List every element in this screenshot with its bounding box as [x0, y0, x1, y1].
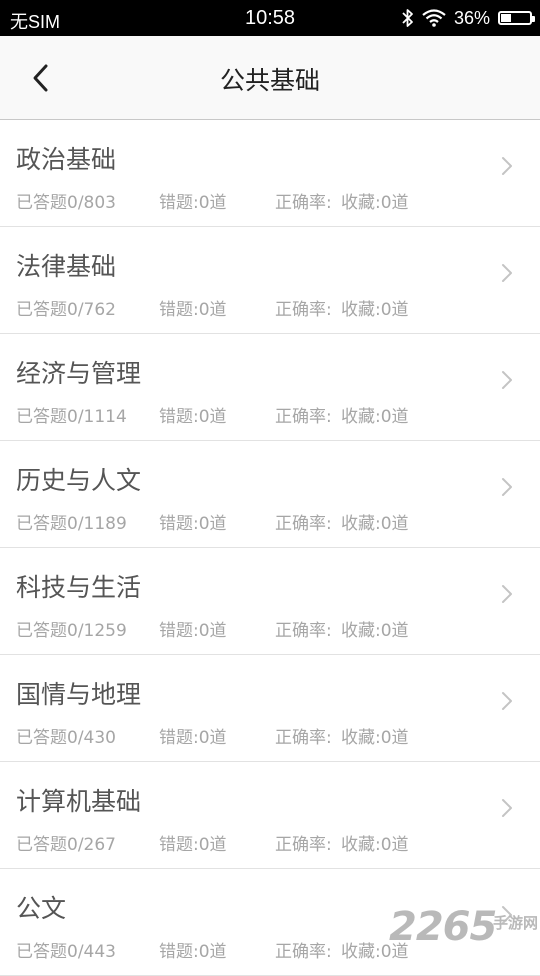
wifi-icon — [422, 9, 446, 27]
battery-icon — [498, 11, 535, 25]
list-item[interactable]: 政治基础已答题0/803 错题:0道 正确率: 收藏:0道 — [0, 120, 540, 227]
chevron-right-icon — [502, 692, 512, 710]
chevron-right-icon — [502, 371, 512, 389]
accuracy-rate: 正确率: — [275, 193, 332, 213]
status-icons: 36% — [402, 6, 535, 30]
category-title: 科技与生活 — [16, 573, 142, 602]
category-title: 经济与管理 — [16, 359, 142, 388]
chevron-right-icon — [502, 585, 512, 603]
chevron-right-icon — [502, 264, 512, 282]
accuracy-rate: 正确率: — [275, 942, 332, 962]
answered-count: 已答题0/1189 — [16, 514, 127, 534]
chevron-right-icon — [502, 478, 512, 496]
wrong-count: 错题:0道 — [159, 193, 227, 213]
list-item[interactable]: 科技与生活已答题0/1259 错题:0道 正确率: 收藏:0道 — [0, 548, 540, 655]
watermark-logo: 2265 手游网 — [389, 904, 540, 960]
wrong-count: 错题:0道 — [159, 621, 227, 641]
chevron-right-icon — [502, 157, 512, 175]
category-title: 公文 — [16, 894, 67, 923]
favorites-count: 收藏:0道 — [341, 728, 409, 748]
watermark-number: 2265 — [389, 904, 497, 950]
answered-count: 已答题0/1259 — [16, 621, 127, 641]
answered-count: 已答题0/803 — [16, 193, 116, 213]
accuracy-rate: 正确率: — [275, 835, 332, 855]
list-item[interactable]: 国情与地理已答题0/430 错题:0道 正确率: 收藏:0道 — [0, 655, 540, 762]
list-item[interactable]: 经济与管理已答题0/1114 错题:0道 正确率: 收藏:0道 — [0, 334, 540, 441]
category-title: 计算机基础 — [16, 787, 142, 816]
list-item[interactable]: 法律基础已答题0/762 错题:0道 正确率: 收藏:0道 — [0, 227, 540, 334]
wrong-count: 错题:0道 — [159, 942, 227, 962]
favorites-count: 收藏:0道 — [341, 407, 409, 427]
category-list: 政治基础 已答题0/803 错题:0道 正确率: 收藏:0道 法律基础 已答题0/762 错题… — [0, 120, 540, 976]
accuracy-rate: 正确率: — [275, 728, 332, 748]
category-title: 政治基础 — [16, 145, 117, 174]
battery-percent: 36% — [453, 7, 490, 28]
wrong-count: 错题:0道 — [159, 300, 227, 320]
wrong-count: 错题:0道 — [159, 514, 227, 534]
answered-count: 已答题0/762 — [16, 300, 116, 320]
accuracy-rate: 正确率: — [275, 407, 332, 427]
chevron-right-icon — [502, 799, 512, 817]
answered-count: 已答题0/443 — [16, 942, 116, 962]
wrong-count: 错题:0道 — [159, 407, 227, 427]
answered-count: 已答题0/430 — [16, 728, 116, 748]
accuracy-rate: 正确率: — [275, 621, 332, 641]
list-item[interactable]: 计算机基础已答题0/267 错题:0道 正确率: 收藏:0道 — [0, 762, 540, 869]
answered-count: 已答题0/267 — [16, 835, 116, 855]
answered-count: 已答题0/1114 — [16, 407, 127, 427]
page-title: 公共基础 — [219, 66, 320, 95]
accuracy-rate: 正确率: — [275, 300, 332, 320]
category-title: 历史与人文 — [16, 466, 142, 495]
watermark-suffix: 手游网 — [493, 914, 539, 932]
favorites-count: 收藏:0道 — [341, 300, 409, 320]
accuracy-rate: 正确率: — [275, 514, 332, 534]
battery-level — [501, 14, 511, 22]
favorites-count: 收藏:0道 — [341, 193, 409, 213]
list-item[interactable]: 历史与人文已答题0/1189 错题:0道 正确率: 收藏:0道 — [0, 441, 540, 548]
wrong-count: 错题:0道 — [159, 835, 227, 855]
bluetooth-icon — [402, 9, 413, 27]
favorites-count: 收藏:0道 — [341, 514, 409, 534]
category-title: 法律基础 — [16, 252, 117, 281]
favorites-count: 收藏:0道 — [341, 835, 409, 855]
navigation-bar: 公共基础 — [0, 36, 540, 120]
wrong-count: 错题:0道 — [159, 728, 227, 748]
status-bar: 无SIM 10:58 36% — [0, 0, 540, 36]
category-title: 国情与地理 — [16, 680, 142, 709]
favorites-count: 收藏:0道 — [341, 621, 409, 641]
